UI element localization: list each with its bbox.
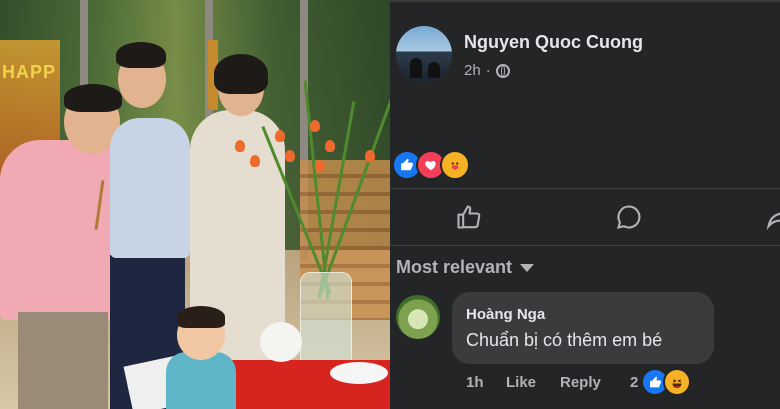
- commenter-name[interactable]: Hoàng Nga: [466, 306, 545, 323]
- baby-hair: [177, 306, 225, 328]
- teapot: [260, 322, 302, 362]
- globe-icon: [495, 63, 510, 78]
- post-photo[interactable]: HAPP: [0, 0, 390, 409]
- comment-bubble: Hoàng Nga Chuẩn bị có thêm em bé: [452, 292, 714, 364]
- avatar-figure: [428, 62, 440, 78]
- plate: [330, 362, 388, 384]
- comment-reply-button[interactable]: Reply: [560, 374, 601, 391]
- comment-text: Chuẩn bị có thêm em bé: [466, 330, 663, 350]
- care-icon: [440, 150, 470, 180]
- actions-divider: [390, 245, 780, 246]
- post-action-bar: [390, 196, 780, 242]
- like-outline-icon[interactable]: [454, 202, 484, 232]
- post-meta-separator: ·: [485, 62, 491, 79]
- sort-label: Most relevant: [396, 257, 513, 277]
- man-blue-hair: [116, 42, 166, 68]
- man-blue-shirt: [110, 118, 190, 258]
- post-time[interactable]: 2h: [464, 62, 481, 79]
- chevron-down-icon: [520, 263, 535, 272]
- comment-like-button[interactable]: Like: [506, 374, 536, 391]
- gladiolus-flowers: [215, 60, 390, 310]
- top-divider: [390, 0, 780, 2]
- comment-time[interactable]: 1h: [466, 374, 484, 391]
- baby-body: [166, 352, 236, 409]
- haha-icon: [663, 368, 692, 396]
- man-pink-pants: [18, 312, 108, 409]
- reactions-divider: [390, 188, 780, 189]
- avatar-figure: [410, 58, 422, 78]
- post-reactions[interactable]: [392, 150, 470, 180]
- author-name[interactable]: Nguyen Quoc Cuong: [464, 32, 643, 53]
- sign-text: HAPP: [2, 62, 57, 82]
- man-pink-hair: [64, 84, 122, 112]
- comment-reaction-count: 2: [630, 373, 639, 391]
- glass-vase: [300, 272, 352, 374]
- comment-sort-dropdown[interactable]: Most relevant: [396, 257, 535, 278]
- author-avatar[interactable]: [396, 26, 452, 82]
- comment-icon[interactable]: [614, 202, 644, 232]
- facebook-post-panel: Nguyen Quoc Cuong 2h · Most relevant Hoà…: [390, 0, 780, 409]
- comment-reactions[interactable]: 2: [630, 368, 692, 396]
- post-meta: 2h ·: [464, 62, 510, 79]
- commenter-avatar[interactable]: [396, 295, 440, 339]
- screenshot: HAPP Nguyen Quoc Cuong 2h · Most relevan…: [0, 0, 780, 409]
- share-icon[interactable]: [764, 202, 780, 232]
